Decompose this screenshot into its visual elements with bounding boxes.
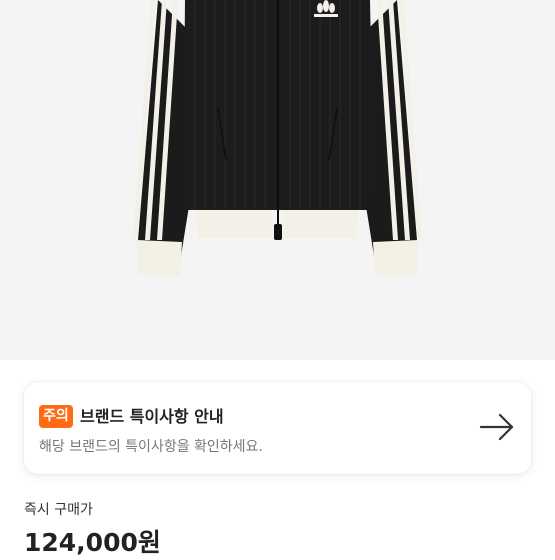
notice-title: 브랜드 특이사항 안내: [80, 407, 224, 426]
jacket-illustration: [133, 0, 422, 276]
arrow-right-icon[interactable]: [479, 412, 515, 442]
notice-description: 해당 브랜드의 특이사항을 확인하세요.: [39, 439, 263, 455]
brand-notice-card[interactable]: 주의 브랜드 특이사항 안내 해당 브랜드의 특이사항을 확인하세요.: [24, 382, 531, 474]
caution-badge: 주의: [39, 405, 73, 428]
instant-buy-price-label: 즉시 구매가: [24, 502, 93, 518]
product-image[interactable]: [0, 0, 555, 360]
